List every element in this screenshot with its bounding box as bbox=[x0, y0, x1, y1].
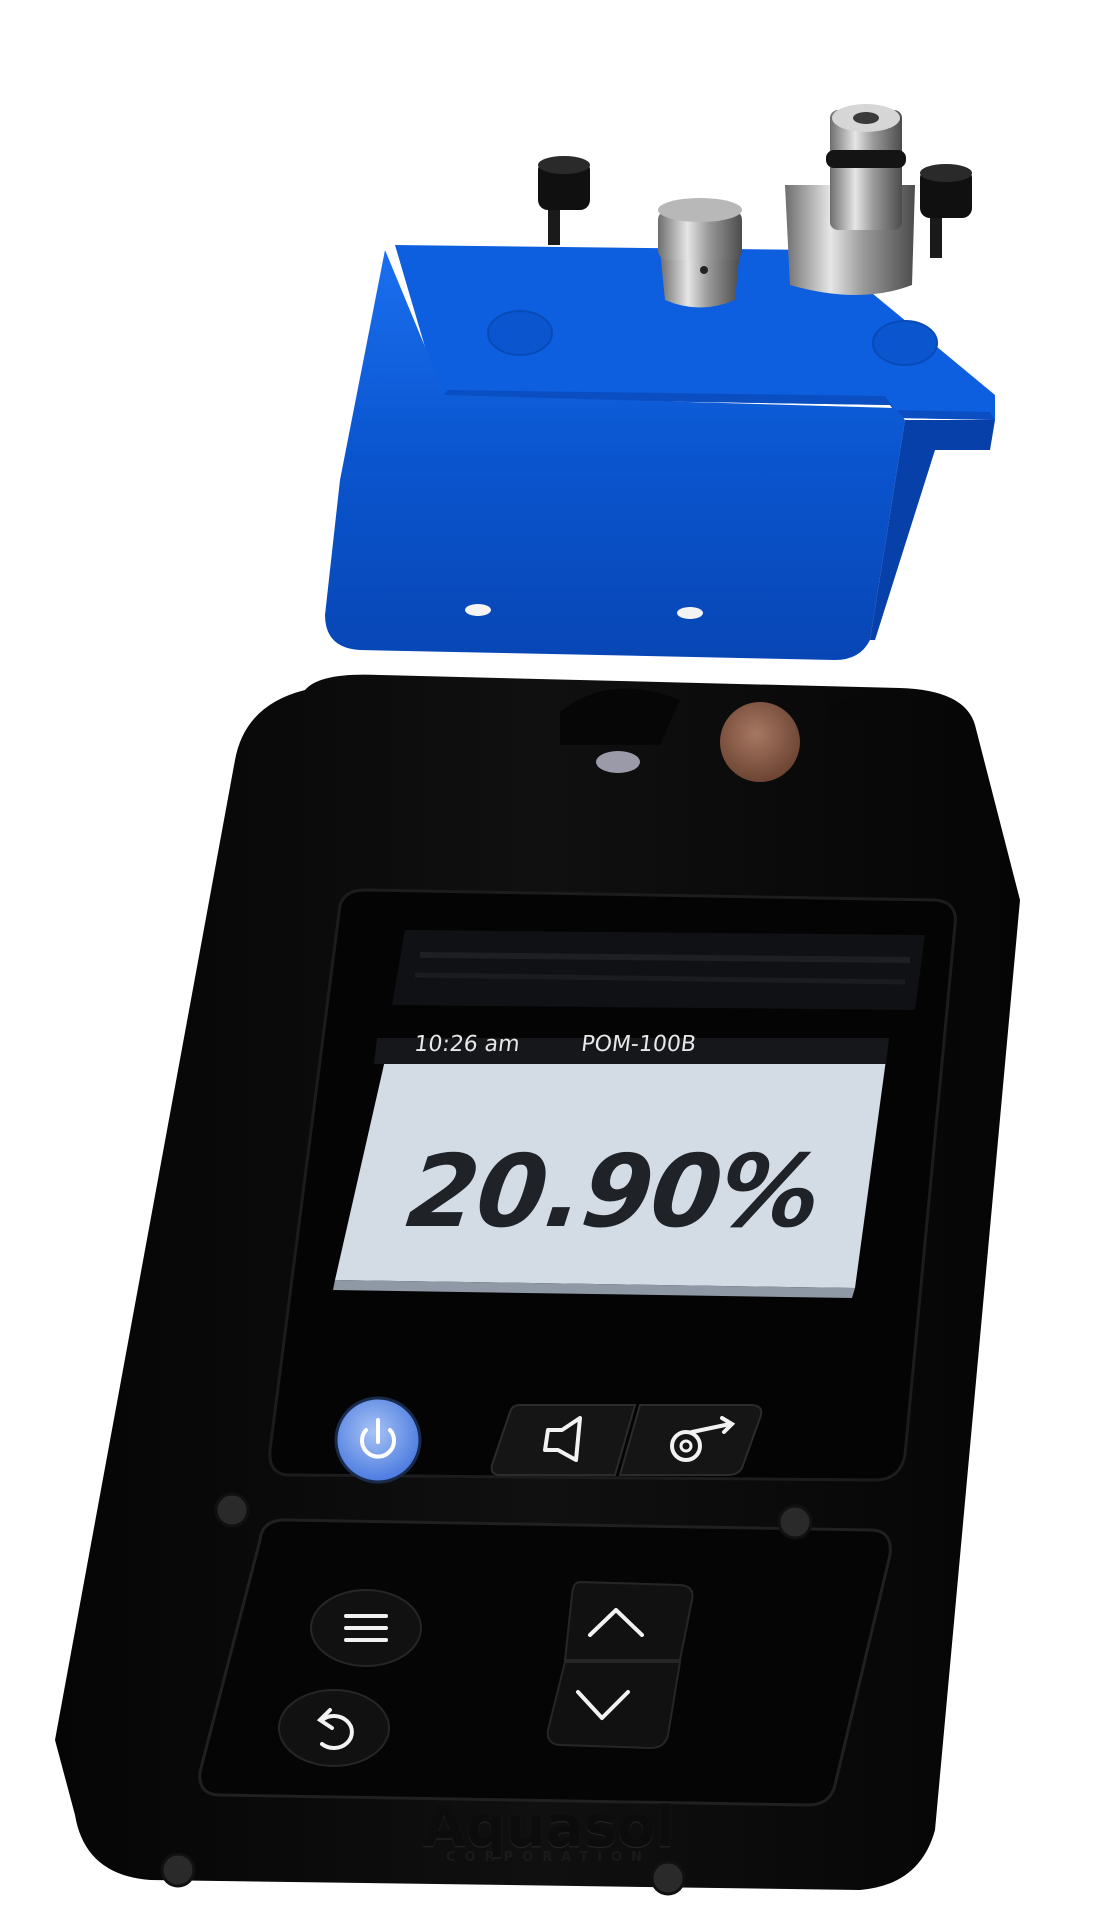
metal-fitting-nut bbox=[658, 198, 742, 308]
sound-button[interactable] bbox=[490, 1404, 637, 1476]
cap-screw-left bbox=[538, 156, 590, 245]
top-port bbox=[596, 751, 640, 773]
back-button[interactable] bbox=[278, 1689, 390, 1767]
power-button[interactable] bbox=[334, 1396, 422, 1484]
lcd-time: 10:26 am bbox=[412, 1032, 522, 1057]
valve-knob bbox=[720, 702, 800, 782]
cap-screw-right bbox=[920, 164, 972, 258]
device-illustration bbox=[55, 104, 1020, 1896]
lcd-status-bar: 10:26 am POM-100B bbox=[373, 1032, 890, 1064]
lcd-model: POM-100B bbox=[579, 1032, 698, 1057]
lcd-content: 10:26 am POM-100B 20.90% bbox=[347, 1032, 890, 1284]
blue-sensor-cap bbox=[325, 245, 995, 660]
product-render: 10:26 am POM-100B 20.90% Aquasol CORPORA… bbox=[0, 0, 1097, 1920]
down-button[interactable] bbox=[546, 1661, 682, 1750]
up-button[interactable] bbox=[563, 1580, 694, 1661]
metal-quick-connect bbox=[785, 104, 915, 295]
menu-button[interactable] bbox=[310, 1589, 422, 1667]
oxygen-reading: 20.90% bbox=[401, 1133, 827, 1250]
brand-subtitle: CORPORATION bbox=[446, 1850, 651, 1865]
pump-button[interactable] bbox=[618, 1404, 763, 1476]
